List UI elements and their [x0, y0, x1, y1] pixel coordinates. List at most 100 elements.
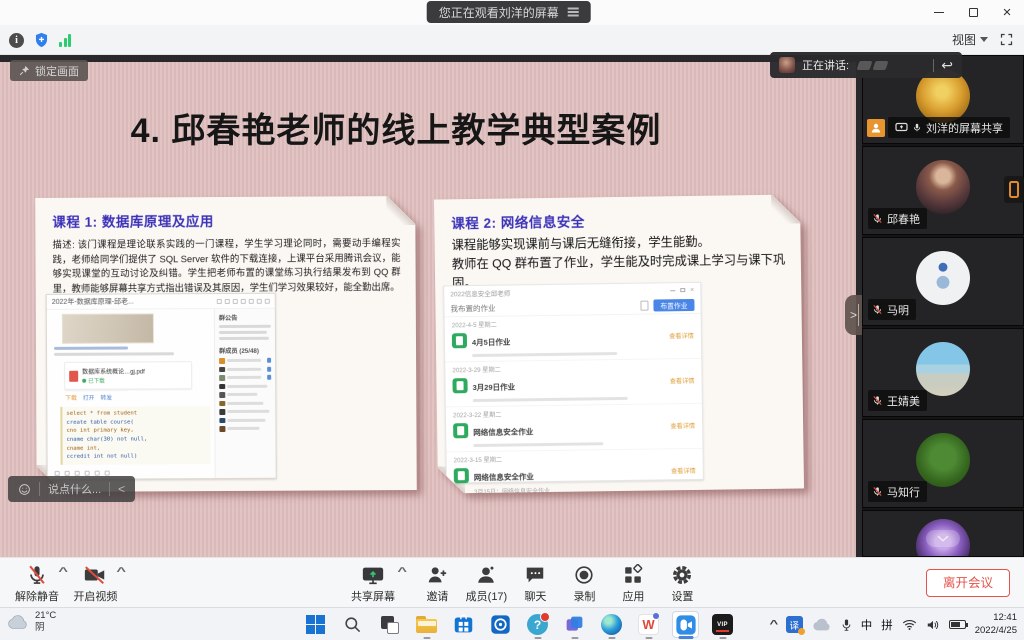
video-options-chevron[interactable]: ^: [117, 566, 127, 578]
invite-person-icon: [426, 564, 448, 586]
camera-app-button[interactable]: [487, 611, 514, 638]
share-screen-button[interactable]: 共享屏幕: [350, 564, 396, 604]
vip-app-button[interactable]: VIP: [709, 611, 736, 638]
forward-link: 转发: [100, 393, 112, 402]
security-shield-icon[interactable]: [34, 32, 49, 48]
blurred-text-line: [473, 396, 628, 402]
camera-off-icon: [83, 564, 107, 586]
speaker-avatar: [779, 57, 795, 73]
fullscreen-icon[interactable]: [999, 32, 1014, 47]
hw-item-title: 网络信息安全作业: [473, 427, 533, 437]
unmute-button[interactable]: 解除静音: [14, 564, 60, 604]
hw-list-item: 网络信息安全作业 查看详情: [446, 417, 702, 453]
video-tile-partial[interactable]: [862, 510, 1024, 557]
host-person-icon: [867, 119, 885, 137]
help-app-button[interactable]: ?: [524, 611, 551, 638]
share-options-chevron[interactable]: ^: [397, 566, 407, 578]
document-icon: [640, 301, 648, 311]
wps-office-button[interactable]: W: [635, 611, 662, 638]
settings-button[interactable]: 设置: [659, 564, 705, 604]
network-signal-icon[interactable]: [59, 34, 71, 47]
menu-icon[interactable]: [568, 11, 579, 12]
search-button[interactable]: [339, 611, 366, 638]
mic-on-icon: [912, 122, 922, 133]
quick-chat-input[interactable]: 说点什么... <: [8, 476, 135, 502]
sidebar-collapse-handle[interactable]: >: [845, 295, 862, 335]
edge-browser-button[interactable]: [598, 611, 625, 638]
reply-arrow-icon[interactable]: ↩: [941, 58, 953, 72]
docs-app-button[interactable]: [561, 611, 588, 638]
device-view-icon[interactable]: [1004, 176, 1024, 203]
blurred-text-line: [54, 352, 174, 356]
view-menu[interactable]: 视图: [952, 31, 988, 48]
mic-options-chevron[interactable]: ^: [58, 566, 68, 578]
participants-panel: 刘洋的屏幕共享 邱春艳 马明 王婧美: [862, 55, 1024, 557]
chat-button[interactable]: 聊天: [512, 564, 558, 604]
tray-mic-icon[interactable]: [841, 618, 852, 632]
battery-icon[interactable]: [949, 620, 966, 629]
invite-button[interactable]: 邀请: [414, 564, 460, 604]
system-tray: ^ 译 中 拼 12:41 2022/4/25: [771, 608, 1017, 640]
mic-muted-icon: [872, 213, 883, 224]
weather-widget[interactable]: 21°C 阴: [7, 610, 56, 635]
watching-screen-banner[interactable]: 您正在观看刘洋的屏幕: [427, 1, 591, 23]
start-button[interactable]: [302, 611, 329, 638]
hw-list-header: 我布置的作业: [450, 302, 495, 314]
translate-tray-icon[interactable]: 译: [786, 616, 803, 633]
clock-time: 12:41: [975, 612, 1017, 624]
members-button[interactable]: 成员(17): [463, 564, 509, 604]
course1-description: 描述: 该门课程是理论联系实践的一门课程，学生学习理论同时，需要动手编程实践，老…: [52, 236, 400, 296]
file-explorer-button[interactable]: [413, 611, 440, 638]
hw-item-title: 网络信息安全作业: [474, 472, 534, 482]
apps-button[interactable]: 应用: [610, 564, 656, 604]
restore-button[interactable]: [956, 0, 990, 25]
wifi-icon[interactable]: [902, 618, 917, 631]
course1-title: 课程 1: 数据库原理及应用: [52, 209, 400, 231]
course1-card: 课程 1: 数据库原理及应用 描述: 该门课程是理论联系实践的一门课程，学生学习…: [35, 196, 417, 492]
emoji-icon[interactable]: [18, 483, 31, 496]
homework-doc-icon: [454, 468, 469, 483]
task-view-button[interactable]: [376, 611, 403, 638]
collapse-chat-icon[interactable]: <: [118, 482, 125, 496]
homework-doc-icon: [453, 423, 468, 438]
meeting-info-icon[interactable]: i: [9, 33, 24, 48]
blue-circle-app-icon: [490, 614, 511, 635]
group-announcement-title: 群公告: [219, 313, 271, 322]
speaker-icon[interactable]: [926, 619, 940, 631]
hw-window-controls: ×: [671, 286, 695, 293]
close-button[interactable]: ×: [990, 0, 1024, 25]
record-button[interactable]: 录制: [561, 564, 607, 604]
video-tile-qiuchunyan[interactable]: 邱春艳: [862, 146, 1024, 235]
pin-view-button[interactable]: 锁定画面: [10, 60, 88, 81]
tencent-meeting-button[interactable]: [672, 611, 699, 638]
speaker-names-blurred: [858, 61, 887, 70]
weather-condition: 阴: [35, 622, 56, 634]
homework-doc-icon: [452, 378, 467, 393]
hw-list-item: 网络信息安全作业3月15日：网络信息安全作业 查看详情: [447, 462, 703, 501]
tray-expand-chevron[interactable]: ^: [769, 619, 778, 630]
ime-pinyin-indicator[interactable]: 拼: [881, 617, 893, 633]
cloud-sync-icon[interactable]: [812, 618, 832, 632]
avatar: [916, 342, 970, 396]
taskbar-clock[interactable]: 12:41 2022/4/25: [975, 612, 1017, 637]
microsoft-store-button[interactable]: [450, 611, 477, 638]
video-tile-mazhixing[interactable]: 马知行: [862, 419, 1024, 508]
shared-screen-area: 锁定画面 4. 邱春艳老师的线上教学典型案例 课程 1: 数据库原理及应用 描述…: [0, 55, 862, 557]
hw-item-title: 4月5日作业: [472, 338, 510, 348]
download-status: 已下载: [88, 377, 105, 385]
video-tile-maming[interactable]: 马明: [862, 237, 1024, 326]
pushpin-icon: [19, 65, 30, 76]
leave-meeting-button[interactable]: 离开会议: [926, 569, 1010, 597]
speaking-toast: 正在讲话: ↩: [770, 52, 962, 78]
minimize-button[interactable]: [922, 0, 956, 25]
video-tile-wangjingmei[interactable]: 王婧美: [862, 328, 1024, 417]
participant-name: 马知行: [887, 484, 920, 500]
ime-language-indicator[interactable]: 中: [861, 617, 873, 633]
blurred-text-line: [219, 325, 271, 328]
mic-muted-icon: [872, 486, 883, 497]
edge-icon: [601, 614, 622, 635]
scroll-more-button[interactable]: [926, 530, 960, 547]
qq-chat-column: 数据库系统概论…gj.pdf 已下载 下载 打开 转发: [47, 309, 215, 479]
start-video-button[interactable]: 开启视频: [72, 564, 118, 604]
view-details-link: 查看详情: [670, 376, 695, 385]
